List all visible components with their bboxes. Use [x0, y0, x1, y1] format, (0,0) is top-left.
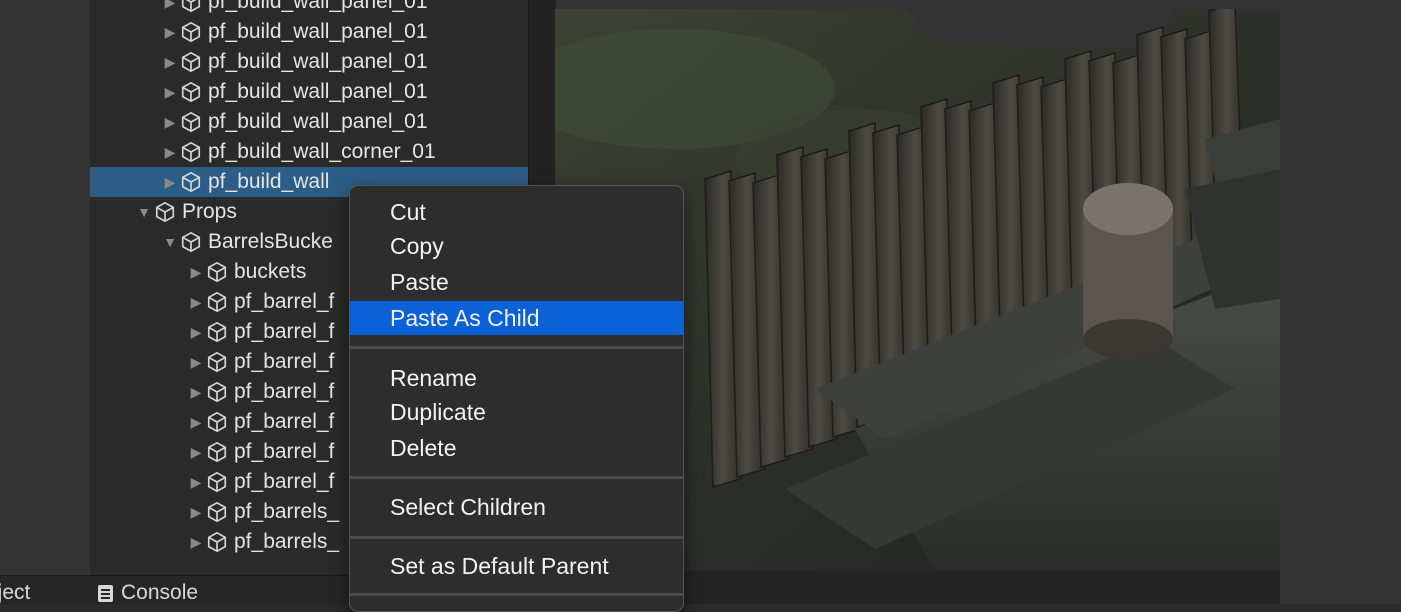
hierarchy-row-label: pf_build_wall_panel_01	[208, 50, 428, 73]
collapse-arrow-icon[interactable]: ▶	[186, 294, 206, 311]
hierarchy-row-label: pf_barrel_f	[234, 290, 335, 313]
collapse-arrow-icon[interactable]: ▶	[186, 354, 206, 371]
collapse-arrow-icon[interactable]: ▶	[186, 504, 206, 521]
gameobject-cube-icon	[206, 351, 228, 373]
menu-separator	[350, 593, 683, 596]
menu-item-cut[interactable]: Cut	[350, 195, 683, 229]
collapse-arrow-icon[interactable]: ▶	[186, 534, 206, 551]
hierarchy-row-label: Props	[182, 200, 237, 223]
left-margin	[0, 0, 90, 604]
hierarchy-row-label: pf_barrels_	[234, 500, 340, 523]
collapse-arrow-icon[interactable]: ▶	[186, 414, 206, 431]
menu-separator	[350, 346, 683, 349]
gameobject-cube-icon	[180, 141, 202, 163]
expand-arrow-icon[interactable]: ▼	[160, 234, 180, 250]
gameobject-cube-icon	[180, 21, 202, 43]
gameobject-cube-icon	[180, 81, 202, 103]
hierarchy-row-label: pf_build_wall_panel_01	[208, 0, 428, 13]
hierarchy-row-label: pf_barrels_	[234, 530, 340, 553]
menu-separator	[350, 536, 683, 539]
collapse-arrow-icon[interactable]: ▶	[160, 24, 180, 41]
collapse-arrow-icon[interactable]: ▶	[160, 54, 180, 71]
gameobject-cube-icon	[180, 171, 202, 193]
gameobject-cube-icon	[154, 201, 176, 223]
gameobject-cube-icon	[206, 321, 228, 343]
gameobject-cube-icon	[206, 291, 228, 313]
collapse-arrow-icon[interactable]: ▶	[186, 264, 206, 281]
hierarchy-row-label: pf_build_wall_panel_01	[208, 80, 428, 103]
collapse-arrow-icon[interactable]: ▶	[160, 174, 180, 191]
gameobject-cube-icon	[206, 261, 228, 283]
hierarchy-row-label: pf_barrel_f	[234, 380, 335, 403]
menu-item-delete[interactable]: Delete	[350, 431, 683, 465]
gameobject-cube-icon	[206, 441, 228, 463]
hierarchy-row[interactable]: ▶ pf_build_wall_panel_01	[90, 17, 528, 47]
hierarchy-row-label: pf_build_wall_panel_01	[208, 110, 428, 133]
collapse-arrow-icon[interactable]: ▶	[160, 84, 180, 101]
collapse-arrow-icon[interactable]: ▶	[160, 0, 180, 11]
menu-item-paste[interactable]: Paste	[350, 265, 683, 299]
collapse-arrow-icon[interactable]: ▶	[186, 384, 206, 401]
menu-item-duplicate[interactable]: Duplicate	[350, 395, 683, 429]
tab-project[interactable]: oject	[0, 581, 30, 605]
hierarchy-row-label: pf_barrel_f	[234, 410, 335, 433]
hierarchy-row-label: pf_barrel_f	[234, 320, 335, 343]
gameobject-cube-icon	[180, 111, 202, 133]
gameobject-cube-icon	[206, 501, 228, 523]
console-icon	[98, 584, 113, 602]
right-margin	[1280, 0, 1401, 604]
tab-console[interactable]: Console	[98, 581, 198, 605]
collapse-arrow-icon[interactable]: ▶	[186, 444, 206, 461]
menu-separator	[350, 476, 683, 479]
hierarchy-row-label: pf_barrel_f	[234, 470, 335, 493]
context-menu: Cut Copy Paste Paste As Child Rename Dup…	[349, 185, 684, 612]
gameobject-cube-icon	[206, 381, 228, 403]
hierarchy-row[interactable]: ▶ pf_build_wall_panel_01	[90, 0, 528, 17]
collapse-arrow-icon[interactable]: ▶	[186, 474, 206, 491]
hierarchy-row-label: pf_build_wall_panel_01	[208, 20, 428, 43]
hierarchy-row[interactable]: ▶ pf_build_wall_panel_01	[90, 107, 528, 137]
gameobject-cube-icon	[180, 231, 202, 253]
hierarchy-row-label: pf_barrel_f	[234, 440, 335, 463]
hierarchy-row-label: buckets	[234, 260, 307, 283]
menu-item-select-children[interactable]: Select Children	[350, 490, 683, 524]
gameobject-cube-icon	[206, 471, 228, 493]
hierarchy-row-label: BarrelsBucke	[208, 230, 333, 253]
hierarchy-row[interactable]: ▶ pf_build_wall_panel_01	[90, 77, 528, 107]
gameobject-cube-icon	[180, 0, 202, 13]
collapse-arrow-icon[interactable]: ▶	[160, 114, 180, 131]
collapse-arrow-icon[interactable]: ▶	[160, 144, 180, 161]
collapse-arrow-icon[interactable]: ▶	[186, 324, 206, 341]
gameobject-cube-icon	[180, 51, 202, 73]
hierarchy-row[interactable]: ▶ pf_build_wall_panel_01	[90, 47, 528, 77]
menu-item-rename[interactable]: Rename	[350, 361, 683, 395]
tab-console-label: Console	[121, 581, 199, 604]
menu-item-paste-as-child[interactable]: Paste As Child	[350, 301, 683, 335]
hierarchy-row[interactable]: ▶ pf_build_wall_corner_01	[90, 137, 528, 167]
hierarchy-row-label: pf_build_wall	[208, 170, 330, 193]
menu-item-copy[interactable]: Copy	[350, 229, 683, 263]
hierarchy-row-label: pf_build_wall_corner_01	[208, 140, 436, 163]
hierarchy-row-label: pf_barrel_f	[234, 350, 335, 373]
expand-arrow-icon[interactable]: ▼	[134, 204, 154, 220]
menu-item-set-default-parent[interactable]: Set as Default Parent	[350, 549, 683, 583]
gameobject-cube-icon	[206, 411, 228, 433]
gameobject-cube-icon	[206, 531, 228, 553]
